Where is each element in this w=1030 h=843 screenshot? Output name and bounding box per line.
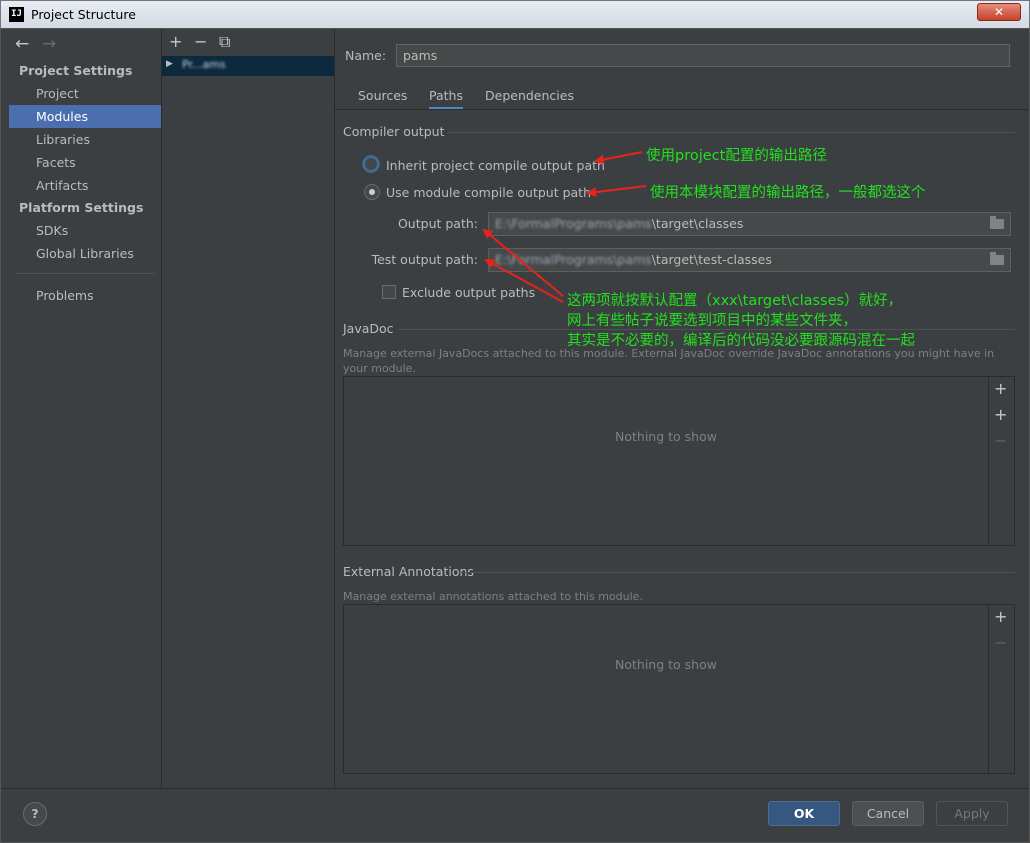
cancel-button[interactable]: Cancel [852,801,924,826]
intellij-icon: IJ [9,7,24,22]
add-url-icon[interactable]: + [994,405,1007,424]
module-tree-item[interactable]: ▶ Pr...ams [162,56,334,76]
copy-icon[interactable]: ⧉ [219,32,230,52]
inherit-radio[interactable] [363,156,379,172]
module-list-pane: + − ⧉ ▶ Pr...ams [162,29,334,788]
tab-dependencies[interactable]: Dependencies [485,83,574,110]
window-title: Project Structure [31,7,136,22]
javadoc-title: JavaDoc [343,321,394,336]
external-annotations-toolbar: + − [988,605,1014,773]
dialog-body: ← → Project Settings Project Modules Lib… [0,28,1030,843]
tab-underline [335,109,1029,110]
external-annotations-list[interactable]: Nothing to show + − [343,604,1015,774]
forward-arrow-icon[interactable]: → [42,34,56,54]
tab-sources[interactable]: Sources [358,83,407,110]
compiler-output-title: Compiler output [343,124,445,139]
exclude-output-label[interactable]: Exclude output paths [402,285,535,300]
javadoc-description: Manage external JavaDocs attached to thi… [343,347,995,375]
test-output-path-suffix: \target\test-classes [651,252,772,267]
module-name-field[interactable]: pams [396,44,1010,67]
module-name: Pr...ams [182,58,226,71]
title-bar: IJ Project Structure ✕ [0,0,1030,28]
annotation-paths-line1: 这两项就按默认配置（xxx\target\classes）就好， [567,293,903,309]
output-path-field[interactable]: E:\FormalPrograms\pams\target\classes [488,212,1011,236]
name-label: Name: [345,48,387,63]
annotation-module: 使用本模块配置的输出路径，一般都选这个 [650,185,926,201]
sidebar-item-problems[interactable]: Problems [9,284,161,307]
annotation-paths-line3: 其实是不必要的，编译后的代码没必要跟源码混在一起 [567,333,915,349]
section-divider [447,132,1015,133]
use-module-radio-label[interactable]: Use module compile output path [386,185,591,200]
module-toolbar: + − ⧉ [162,29,334,56]
javadoc-toolbar: + + − [988,377,1014,545]
test-output-path-field[interactable]: E:\FormalPrograms\pams\target\test-class… [488,248,1011,272]
expand-arrow-icon[interactable]: ▶ [166,59,173,69]
sidebar-item-modules[interactable]: Modules [9,105,161,128]
output-path-label: Output path: [397,216,478,231]
module-settings-panel: Name: pams Sources Paths Dependencies Co… [335,29,1029,788]
annotation-paths-line2: 网上有些帖子说要选到项目中的某些文件夹， [567,313,857,329]
section-project-settings: Project Settings [19,63,133,78]
external-annotations-empty-text: Nothing to show [615,657,717,672]
remove-icon[interactable]: − [194,32,207,51]
external-annotations-title: External Annotations [343,564,474,579]
external-annotations-description: Manage external annotations attached to … [343,590,643,603]
test-output-path-label: Test output path: [371,252,478,267]
apply-button[interactable]: Apply [936,801,1008,826]
use-module-radio[interactable] [364,184,380,200]
sidebar-item-project[interactable]: Project [9,82,161,105]
javadoc-empty-text: Nothing to show [615,429,717,444]
sidebar-item-facets[interactable]: Facets [9,151,161,174]
section-divider [459,572,1015,573]
nav-arrows: ← → [9,30,161,60]
back-arrow-icon[interactable]: ← [15,34,29,54]
remove-icon[interactable]: − [994,431,1007,450]
sidebar-item-libraries[interactable]: Libraries [9,128,161,151]
add-icon[interactable]: + [994,607,1007,626]
sidebar-item-sdks[interactable]: SDKs [9,219,161,242]
output-path-prefix: E:\FormalPrograms\pams [495,216,652,231]
remove-icon[interactable]: − [994,633,1007,652]
browse-folder-icon[interactable] [990,216,1004,229]
add-icon[interactable]: + [994,379,1007,398]
section-platform-settings: Platform Settings [19,200,144,215]
ok-button[interactable]: OK [768,801,840,826]
settings-sidebar: ← → Project Settings Project Modules Lib… [9,30,161,788]
sidebar-item-artifacts[interactable]: Artifacts [9,174,161,197]
sidebar-item-global-libraries[interactable]: Global Libraries [9,242,161,265]
output-path-suffix: \target\classes [651,216,744,231]
tab-paths[interactable]: Paths [429,83,463,110]
add-icon[interactable]: + [169,32,182,51]
help-button[interactable]: ? [23,802,47,826]
footer-divider [1,788,1029,789]
browse-folder-icon[interactable] [990,252,1004,265]
close-button[interactable]: ✕ [977,3,1021,21]
exclude-output-checkbox[interactable] [382,285,396,299]
test-output-path-prefix: E:\FormalPrograms\pams [495,252,652,267]
javadoc-list[interactable]: Nothing to show + + − [343,376,1015,546]
inherit-radio-label[interactable]: Inherit project compile output path [386,158,605,173]
annotation-inherit: 使用project配置的输出路径 [646,148,827,164]
sidebar-divider [15,273,155,274]
